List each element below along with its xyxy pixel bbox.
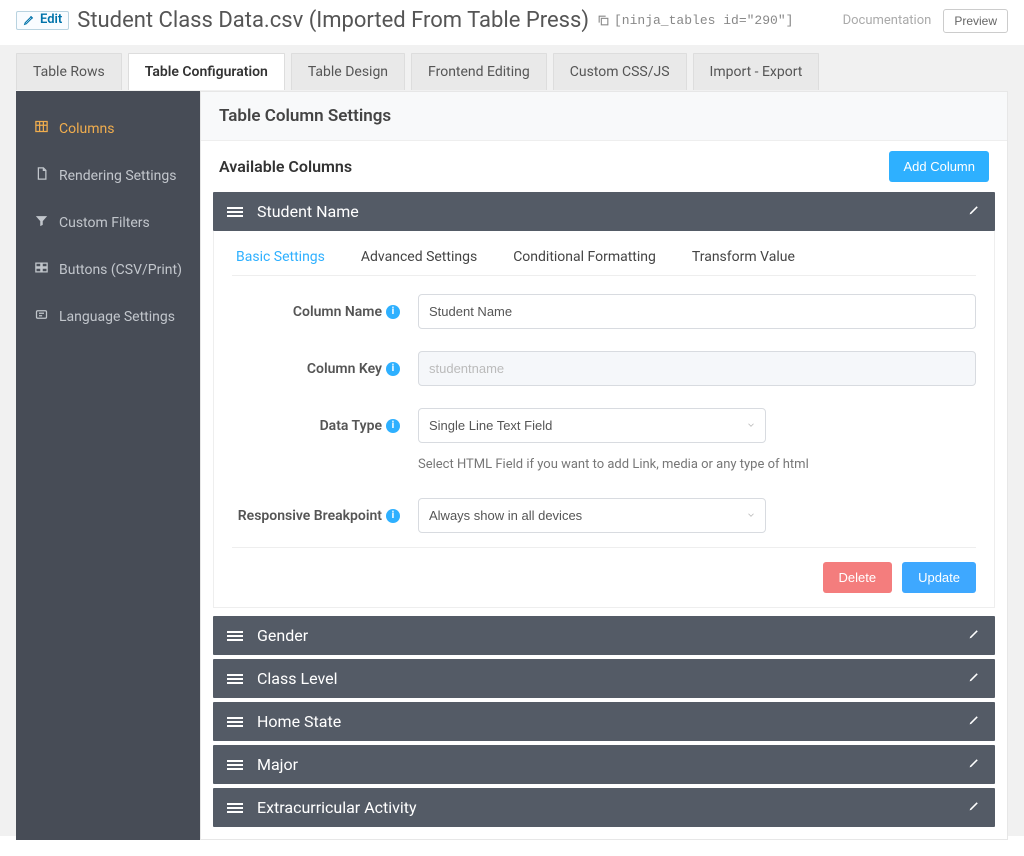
shortcode-text: [ninja_tables id="290"]	[614, 13, 793, 28]
column-header-class-level[interactable]: Class Level	[213, 659, 995, 698]
page-title: Student Class Data.csv (Imported From Ta…	[77, 8, 589, 33]
info-icon[interactable]: i	[386, 305, 400, 319]
chevron-down-icon	[746, 418, 756, 434]
column-name-label: Home State	[257, 712, 341, 731]
buttons-icon	[34, 260, 49, 279]
tab-table-design[interactable]: Table Design	[291, 53, 405, 90]
sidebar-item-label: Rendering Settings	[59, 168, 176, 184]
data-type-hint: Select HTML Field if you want to add Lin…	[418, 457, 976, 472]
edit-column-icon[interactable]	[968, 756, 981, 773]
drag-handle-icon[interactable]	[227, 803, 243, 813]
update-button[interactable]: Update	[902, 562, 976, 593]
column-name-label: Extracurricular Activity	[257, 798, 417, 817]
data-type-select[interactable]	[418, 408, 766, 443]
column-header-extracurricular-activity[interactable]: Extracurricular Activity	[213, 788, 995, 827]
pencil-icon	[23, 13, 36, 26]
sidebar-item-columns[interactable]: Columns	[16, 105, 200, 152]
sidebar-item-label: Columns	[59, 121, 114, 137]
info-icon[interactable]: i	[386, 509, 400, 523]
available-columns-title: Available Columns	[219, 157, 352, 176]
column-header-home-state[interactable]: Home State	[213, 702, 995, 741]
doc-icon	[34, 166, 49, 185]
subtab-conditional-formatting[interactable]: Conditional Formatting	[513, 249, 656, 265]
sidebar-item-label: Language Settings	[59, 309, 175, 325]
sidebar-item-rendering-settings[interactable]: Rendering Settings	[16, 152, 200, 199]
delete-button[interactable]: Delete	[823, 562, 893, 593]
tab-table-rows[interactable]: Table Rows	[16, 53, 122, 90]
documentation-link[interactable]: Documentation	[843, 13, 932, 28]
breakpoint-value	[418, 498, 766, 533]
sidebar-item-label: Buttons (CSV/Print)	[59, 262, 182, 278]
filter-icon	[34, 213, 49, 232]
column-key-field-label: Column Key	[307, 361, 382, 377]
info-icon[interactable]: i	[386, 419, 400, 433]
drag-handle-icon[interactable]	[227, 631, 243, 641]
edit-column-icon[interactable]	[968, 627, 981, 644]
edit-button[interactable]: Edit	[16, 11, 69, 30]
data-type-field-label: Data Type	[320, 418, 382, 434]
lang-icon	[34, 307, 49, 326]
column-header-major[interactable]: Major	[213, 745, 995, 784]
edit-column-icon[interactable]	[968, 713, 981, 730]
subtab-advanced-settings[interactable]: Advanced Settings	[361, 249, 477, 265]
sidebar-item-label: Custom Filters	[59, 215, 150, 231]
edit-column-icon[interactable]	[968, 799, 981, 816]
column-name-label: Gender	[257, 626, 308, 645]
edit-column-icon[interactable]	[968, 670, 981, 687]
shortcode-box[interactable]: [ninja_tables id="290"]	[597, 13, 793, 28]
drag-handle-icon[interactable]	[227, 760, 243, 770]
subtab-transform-value[interactable]: Transform Value	[692, 249, 795, 265]
info-icon[interactable]: i	[386, 362, 400, 376]
tab-table-configuration[interactable]: Table Configuration	[128, 53, 285, 90]
column-name-label: Class Level	[257, 669, 338, 688]
sidebar-item-custom-filters[interactable]: Custom Filters	[16, 199, 200, 246]
preview-button[interactable]: Preview	[943, 9, 1008, 33]
tab-custom-css-js[interactable]: Custom CSS/JS	[553, 53, 687, 90]
tab-frontend-editing[interactable]: Frontend Editing	[411, 53, 547, 90]
section-title: Table Column Settings	[201, 92, 1007, 141]
edit-label: Edit	[40, 12, 62, 27]
edit-column-icon[interactable]	[968, 203, 981, 220]
drag-handle-icon[interactable]	[227, 717, 243, 727]
column-header-gender[interactable]: Gender	[213, 616, 995, 655]
column-name-field-label: Column Name	[293, 304, 382, 320]
tab-import-export[interactable]: Import - Export	[693, 53, 820, 90]
column-header-studentname[interactable]: Student Name	[213, 192, 995, 231]
column-name-label: Major	[257, 755, 298, 774]
column-key-input[interactable]	[418, 351, 976, 386]
sidebar-item-buttons-csv-print-[interactable]: Buttons (CSV/Print)	[16, 246, 200, 293]
column-name-input[interactable]	[418, 294, 976, 329]
breakpoint-select[interactable]	[418, 498, 766, 533]
column-name-label: Student Name	[257, 202, 359, 221]
data-type-value	[418, 408, 766, 443]
drag-handle-icon[interactable]	[227, 207, 243, 217]
drag-handle-icon[interactable]	[227, 674, 243, 684]
chevron-down-icon	[746, 508, 756, 524]
copy-icon	[597, 14, 610, 27]
subtab-basic-settings[interactable]: Basic Settings	[236, 249, 325, 265]
add-column-button[interactable]: Add Column	[889, 151, 989, 182]
breakpoint-field-label: Responsive Breakpoint	[238, 508, 382, 524]
table-icon	[34, 119, 49, 138]
sidebar-item-language-settings[interactable]: Language Settings	[16, 293, 200, 340]
